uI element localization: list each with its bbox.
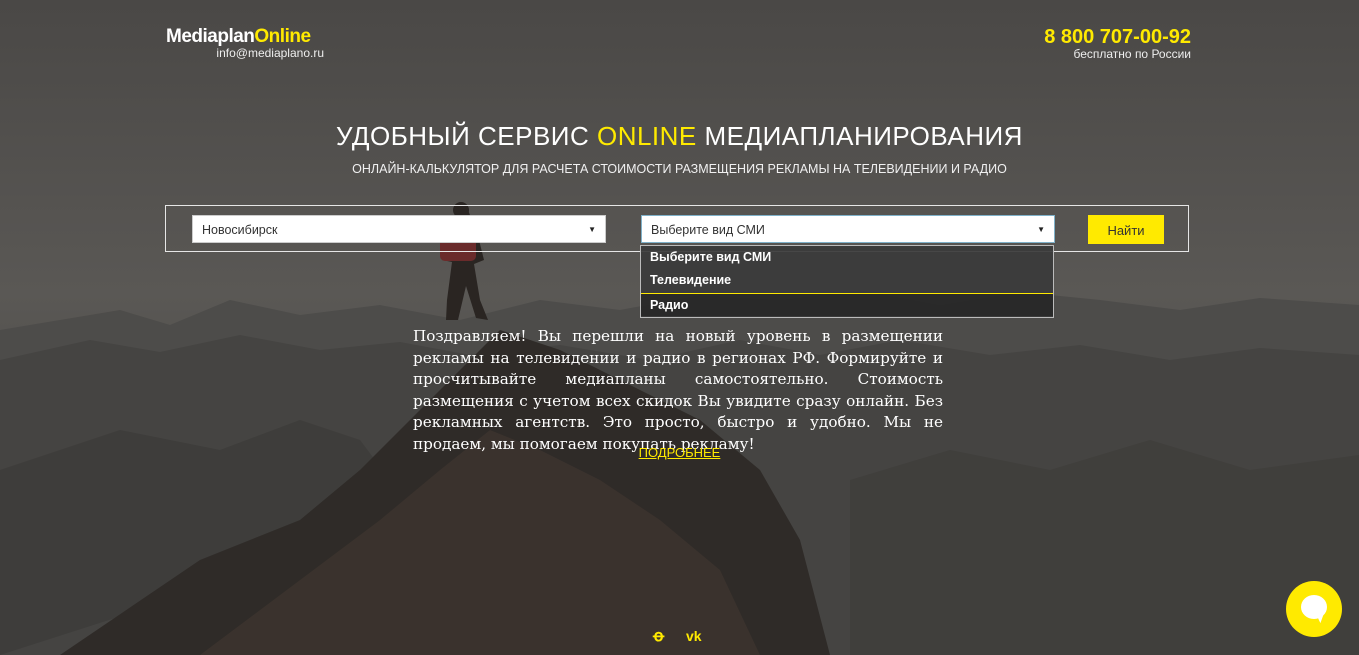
phone-note: бесплатно по России (1073, 47, 1191, 61)
title-accent: ONLINE (596, 121, 697, 151)
chat-button[interactable] (1286, 581, 1342, 637)
logo-text-main: Mediaplan (166, 26, 255, 47)
city-select[interactable]: Новосибирск ▼ (192, 215, 606, 243)
vk-icon[interactable]: vk (686, 628, 702, 644)
dropdown-option-radio[interactable]: Радио (641, 293, 1053, 316)
intro-text: Поздравляем! Вы перешли на новый уровень… (413, 327, 943, 453)
media-type-dropdown: Выберите вид СМИ Телевидение Радио (640, 245, 1054, 318)
page-subtitle: ОНЛАЙН-КАЛЬКУЛЯТОР ДЛЯ РАСЧЕТА СТОИМОСТИ… (352, 162, 1007, 176)
page-title: УДОБНЫЙ СЕРВИС ONLINE МЕДИАПЛАНИРОВАНИЯ (0, 120, 1359, 152)
chevron-down-icon: ▼ (588, 225, 596, 234)
dropdown-option-placeholder[interactable]: Выберите вид СМИ (641, 246, 1053, 269)
more-link[interactable]: ПОДРОБНЕЕ (639, 445, 721, 460)
odnoklassniki-icon[interactable]: ꝋ (653, 626, 664, 646)
phone-number[interactable]: 8 800 707-00-92 (1044, 26, 1191, 48)
dropdown-option-tv[interactable]: Телевидение (641, 269, 1053, 292)
search-button[interactable]: Найти (1088, 215, 1164, 244)
email-link[interactable]: info@mediaplano.ru (166, 46, 324, 60)
chevron-down-icon: ▼ (1037, 225, 1045, 234)
logo[interactable]: MediaplanOnline (166, 26, 311, 48)
more-link-wrap: ПОДРОБНЕЕ (0, 445, 1359, 460)
title-part1: УДОБНЫЙ СЕРВИС (336, 121, 597, 151)
media-select-value: Выберите вид СМИ (651, 223, 765, 237)
logo-text-accent: Online (254, 26, 311, 47)
media-type-select[interactable]: Выберите вид СМИ ▼ (641, 215, 1055, 243)
chat-icon-tail (1312, 612, 1324, 624)
city-select-value: Новосибирск (202, 223, 278, 237)
title-part2: МЕДИАПЛАНИРОВАНИЯ (696, 121, 1023, 151)
